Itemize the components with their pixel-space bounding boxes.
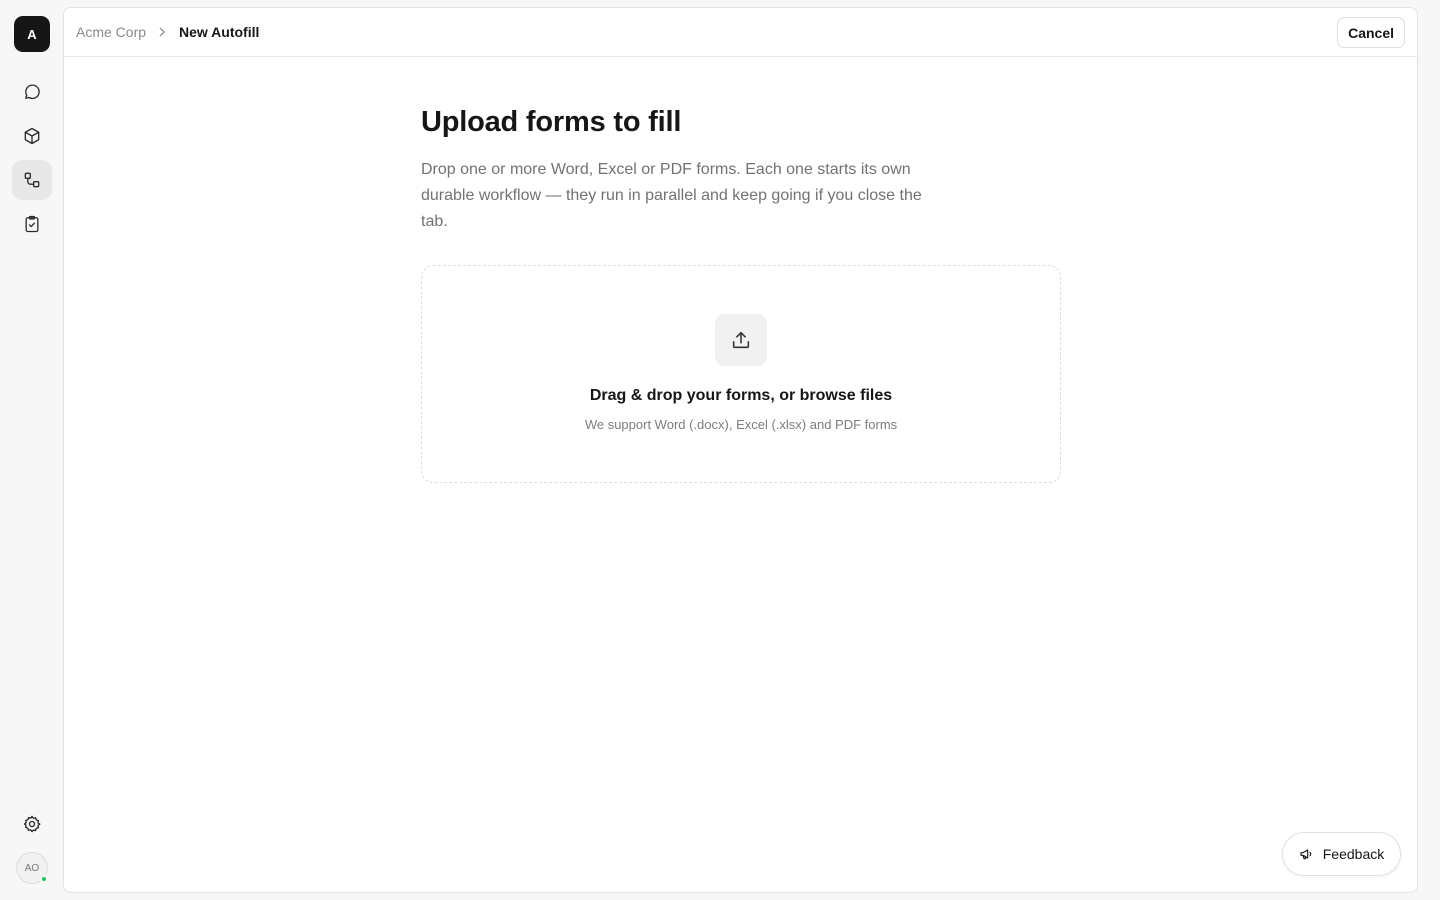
sidebar-item-tasks[interactable] <box>12 204 52 244</box>
online-status-dot <box>40 875 48 883</box>
sidebar-item-chat[interactable] <box>12 72 52 112</box>
top-bar: Acme Corp New Autofill Cancel <box>64 8 1417 57</box>
settings-button[interactable] <box>12 804 52 844</box>
workspace-logo-letter: A <box>27 26 37 42</box>
workflow-icon <box>24 172 40 188</box>
sidebar-item-workflows[interactable] <box>12 160 52 200</box>
feedback-label: Feedback <box>1322 846 1385 862</box>
sidebar-rail: A AO <box>0 0 64 900</box>
upload-section: Upload forms to fill Drop one or more Wo… <box>421 106 1061 483</box>
page-title: Upload forms to fill <box>421 106 682 138</box>
file-dropzone[interactable]: Drag & drop your forms, or browse files … <box>421 265 1061 483</box>
breadcrumb-current: New Autofill <box>179 24 260 40</box>
dropzone-subtitle: We support Word (.docx), Excel (.xlsx) a… <box>584 417 898 432</box>
breadcrumb-root[interactable]: Acme Corp <box>76 24 146 40</box>
dropzone-title[interactable]: Drag & drop your forms, or browse files <box>422 387 1060 405</box>
sidebar-item-models[interactable] <box>12 116 52 156</box>
avatar-initials: AO <box>24 862 40 874</box>
cube-icon <box>24 127 40 145</box>
gear-icon <box>23 815 41 833</box>
megaphone-icon <box>1300 849 1312 860</box>
chat-icon <box>25 84 40 100</box>
page-description: Drop one or more Word, Excel or PDF form… <box>421 161 922 230</box>
clipboard-check-icon <box>25 215 39 233</box>
main-panel: Acme Corp New Autofill Cancel Upload for… <box>63 7 1418 893</box>
cancel-button[interactable]: Cancel <box>1337 17 1405 48</box>
feedback-button[interactable]: Feedback <box>1282 832 1401 876</box>
upload-icon <box>715 314 767 366</box>
chevron-right-icon <box>156 25 168 39</box>
workspace-logo[interactable]: A <box>14 16 50 52</box>
user-avatar[interactable]: AO <box>16 852 48 884</box>
